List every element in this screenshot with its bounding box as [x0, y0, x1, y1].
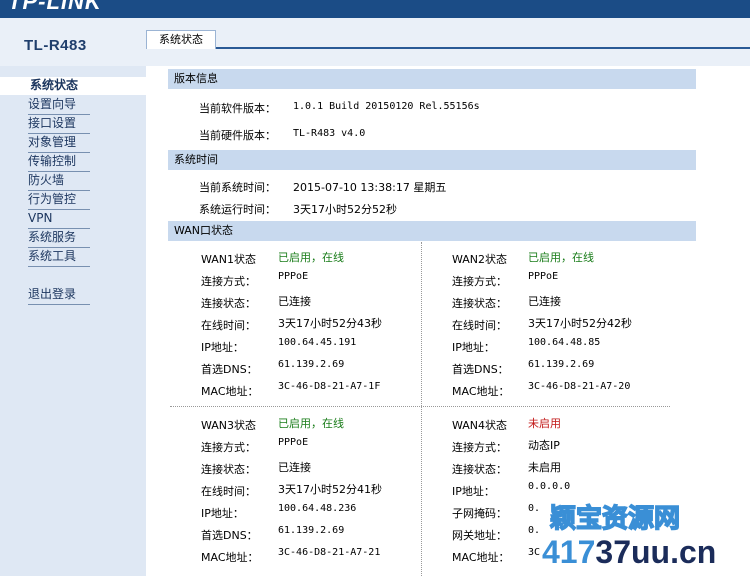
sidebar-item-system-status[interactable]: 系统状态: [0, 77, 146, 95]
sidebar-item-behavior-control[interactable]: 行为管控: [28, 191, 90, 210]
wan3-value: 3天17小时52分41秒: [278, 483, 382, 496]
uptime-label: 系统运行时间：: [199, 203, 276, 216]
wan1-label: IP地址：: [201, 341, 244, 354]
wan4-value: 0.: [528, 503, 541, 514]
wan2-value: 100.64.48.85: [528, 337, 601, 348]
wan4-value: 动态IP: [528, 439, 560, 452]
wan3-value: PPPoE: [278, 437, 309, 448]
sidebar-item-setup-wizard[interactable]: 设置向导: [28, 96, 90, 115]
wan1-value: 已连接: [278, 295, 311, 308]
wan1-value: PPPoE: [278, 271, 309, 282]
wan2-label: 在线时间：: [452, 319, 507, 332]
wan4-label: IP地址：: [452, 485, 495, 498]
wan4-value: 0.: [528, 525, 541, 536]
sidebar-item-vpn[interactable]: VPN: [28, 210, 90, 229]
wan2-status-badge: 已启用，在线: [528, 251, 594, 264]
wan1-label: MAC地址：: [201, 385, 259, 398]
wan4-label: MAC地址：: [452, 551, 510, 564]
wan2-label: 连接方式：: [452, 275, 507, 288]
sidebar-item-system-services[interactable]: 系统服务: [28, 229, 90, 248]
wan-divider-vertical: [421, 242, 422, 576]
wan4-label: 连接方式：: [452, 441, 507, 454]
software-version-label: 当前软件版本：: [199, 102, 276, 115]
wan1-value: 3天17小时52分43秒: [278, 317, 382, 330]
wan1-label: WAN1状态: [201, 253, 257, 266]
wan1-label: 连接方式：: [201, 275, 256, 288]
wan2-label: 首选DNS：: [452, 363, 509, 376]
current-time-label: 当前系统时间：: [199, 181, 276, 194]
wan3-label: 在线时间：: [201, 485, 256, 498]
sidebar-item-object-management[interactable]: 对象管理: [28, 134, 90, 153]
sidebar-item-interface-settings[interactable]: 接口设置: [28, 115, 90, 134]
wan1-status-badge: 已启用，在线: [278, 251, 344, 264]
wan1-label: 在线时间：: [201, 319, 256, 332]
wan2-label: WAN2状态: [452, 253, 508, 266]
wan2-label: MAC地址：: [452, 385, 510, 398]
wan1-value: 3C-46-D8-21-A7-1F: [278, 381, 381, 392]
wan3-label: MAC地址：: [201, 551, 259, 564]
wan3-label: IP地址：: [201, 507, 244, 520]
section-header-time: 系统时间: [168, 150, 696, 170]
wan1-value: 100.64.45.191: [278, 337, 357, 348]
sidebar-item-logout[interactable]: 退出登录: [28, 286, 90, 305]
wan3-value: 3C-46-D8-21-A7-21: [278, 547, 381, 558]
wan3-label: 首选DNS：: [201, 529, 258, 542]
wan3-label: 连接状态：: [201, 463, 256, 476]
wan2-value: PPPoE: [528, 271, 559, 282]
wan4-label: 网关地址：: [452, 529, 507, 542]
top-band: [0, 18, 750, 66]
watermark-text: 颖宝资源网: [549, 503, 681, 535]
wan3-value: 61.139.2.69: [278, 525, 345, 536]
wan1-label: 首选DNS：: [201, 363, 258, 376]
wan3-value: 已连接: [278, 461, 311, 474]
header-bar: TP-LINK: [0, 0, 750, 18]
tp-link-logo: TP-LINK: [8, 0, 102, 14]
wan2-label: IP地址：: [452, 341, 495, 354]
uptime-value: 3天17小时52分52秒: [293, 203, 397, 216]
hardware-version-value: TL-R483 v4.0: [293, 128, 366, 139]
software-version-value: 1.0.1 Build 20150120 Rel.55156s: [293, 101, 480, 112]
tab-underline: [146, 47, 750, 49]
wan2-value: 3天17小时52分42秒: [528, 317, 632, 330]
wan4-status-badge: 未启用: [528, 417, 561, 430]
wan4-value: 0.0.0.0: [528, 481, 571, 492]
wan2-value: 3C-46-D8-21-A7-20: [528, 381, 631, 392]
current-time-value: 2015-07-10 13:38:17 星期五: [293, 181, 447, 194]
sidebar-item-system-tools[interactable]: 系统工具: [28, 248, 90, 267]
sidebar-item-firewall[interactable]: 防火墙: [28, 172, 90, 191]
wan3-label: WAN3状态: [201, 419, 257, 432]
wan1-label: 连接状态：: [201, 297, 256, 310]
tab-system-status[interactable]: 系统状态: [146, 30, 216, 49]
wan4-label: 连接状态：: [452, 463, 507, 476]
wan4-value: 未启用: [528, 461, 561, 474]
wan1-value: 61.139.2.69: [278, 359, 345, 370]
sidebar-item-transfer-control[interactable]: 传输控制: [28, 153, 90, 172]
wan2-label: 连接状态：: [452, 297, 507, 310]
watermark-url: 41737uu.cn: [542, 534, 717, 570]
wan3-label: 连接方式：: [201, 441, 256, 454]
wan-divider-horizontal: [170, 406, 670, 407]
wan2-value: 61.139.2.69: [528, 359, 595, 370]
wan2-value: 已连接: [528, 295, 561, 308]
hardware-version-label: 当前硬件版本：: [199, 129, 276, 142]
wan3-value: 100.64.48.236: [278, 503, 357, 514]
wan3-status-badge: 已启用，在线: [278, 417, 344, 430]
model-name: TL-R483: [24, 37, 87, 54]
wan4-value: 3C: [528, 547, 541, 558]
wan4-label: WAN4状态: [452, 419, 508, 432]
section-header-version: 版本信息: [168, 69, 696, 89]
section-header-wan: WAN口状态: [168, 221, 696, 241]
wan4-label: 子网掩码：: [452, 507, 507, 520]
